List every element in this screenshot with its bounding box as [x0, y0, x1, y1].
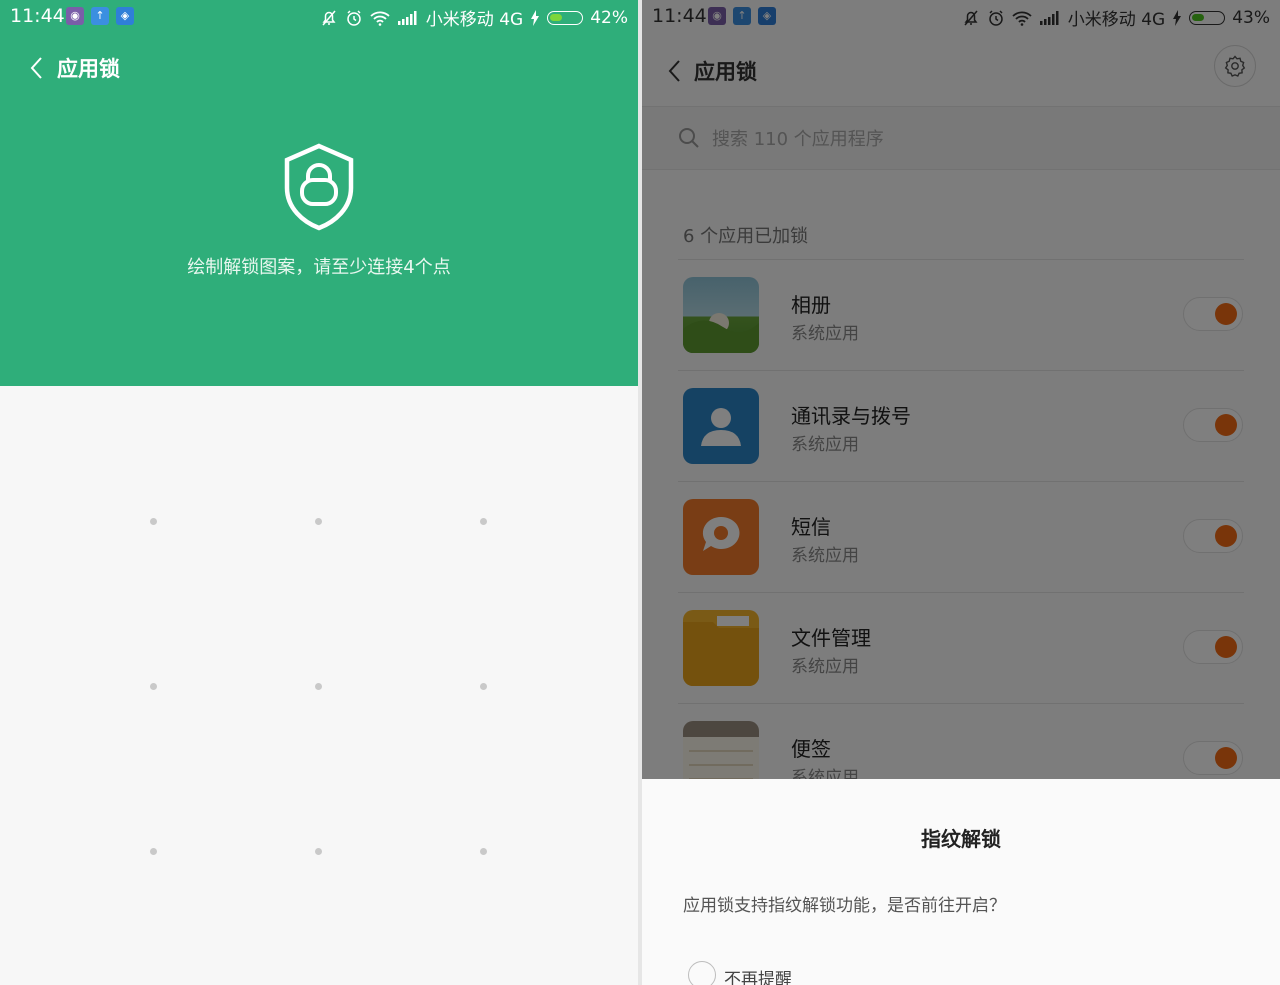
pattern-dot[interactable] — [480, 518, 487, 525]
pattern-dot[interactable] — [480, 683, 487, 690]
pattern-dot[interactable] — [150, 683, 157, 690]
battery-icon — [547, 10, 584, 25]
pattern-dot[interactable] — [315, 518, 322, 525]
alarm-icon — [347, 9, 361, 26]
signal-icon — [397, 10, 417, 25]
wifi-icon — [370, 11, 390, 26]
mute-icon — [322, 10, 336, 25]
pattern-hint: 绘制解锁图案，请至少连接4个点 — [187, 257, 451, 278]
back-arrow-icon[interactable] — [28, 55, 46, 81]
shield-lock-icon — [284, 143, 354, 231]
pattern-dot[interactable] — [315, 848, 322, 855]
notification-icons: ◉ ↑ ◈ — [66, 7, 134, 25]
battery-level — [550, 13, 563, 21]
pattern-dot[interactable] — [315, 683, 322, 690]
charging-icon — [531, 9, 540, 26]
dialog-title: 指纹解锁 — [921, 827, 1001, 851]
status-right: 小米移动 4G 42% — [320, 5, 628, 30]
pattern-dot[interactable] — [480, 848, 487, 855]
pattern-dot[interactable] — [150, 848, 157, 855]
pattern-dot[interactable] — [150, 518, 157, 525]
dim-overlay[interactable] — [642, 0, 1280, 779]
app-notification-icon: ◉ — [66, 7, 84, 25]
upload-icon: ↑ — [91, 7, 109, 25]
dialog-message: 应用锁支持指纹解锁功能，是否前往开启？ — [683, 896, 1006, 916]
dont-remind-label[interactable]: 不再提醒 — [724, 965, 792, 985]
carrier-label: 小米移动 4G — [425, 10, 524, 30]
status-bar: 11:44 ◉ ↑ ◈ 小米移动 4G 42% — [0, 0, 638, 34]
page-title: 应用锁 — [57, 57, 120, 81]
app-lock-list-screen: 11:44 ◉ ↑ ◈ 小米移动 4G 43% 应用锁 — [642, 0, 1280, 985]
fingerprint-dialog: 指纹解锁 应用锁支持指纹解锁功能，是否前往开启？ 不再提醒 — [642, 779, 1280, 985]
dont-remind-checkbox[interactable] — [688, 961, 716, 985]
status-time: 11:44 — [10, 5, 65, 27]
pattern-lock-screen: 11:44 ◉ ↑ ◈ 小米移动 4G 42% 应用锁 绘制解锁图案，请至少连接… — [0, 0, 638, 985]
battery-percent: 42% — [590, 7, 628, 28]
security-notification-icon: ◈ — [116, 7, 134, 25]
